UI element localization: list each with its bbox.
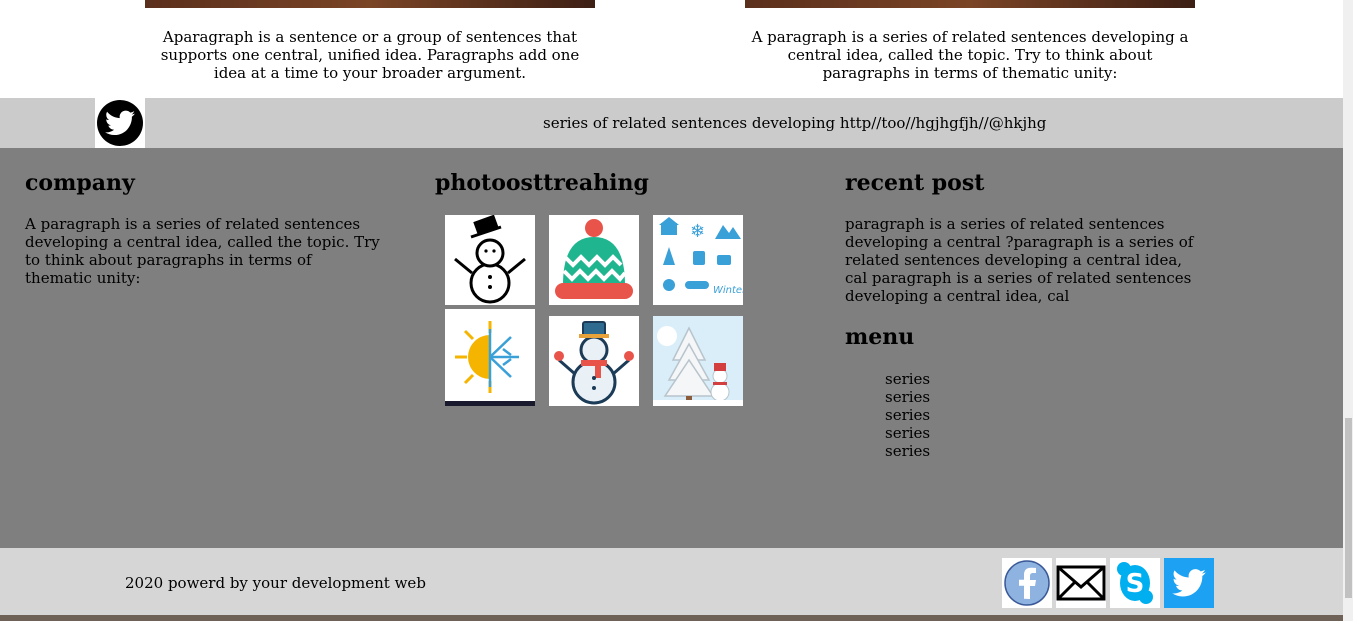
article-text-right: A paragraph is a series of related sente… (751, 28, 1189, 82)
menu-item[interactable]: series (885, 406, 930, 424)
article-image-left (145, 0, 595, 8)
footer-main: company A paragraph is a series of relat… (0, 148, 1343, 548)
company-title: company (25, 170, 135, 196)
facebook-icon[interactable] (1002, 558, 1052, 608)
svg-text:S: S (1126, 569, 1145, 599)
bottom-footer: 2020 powerd by your development web S (0, 548, 1343, 621)
mail-icon[interactable] (1056, 558, 1106, 608)
menu-title: menu (845, 324, 915, 350)
recent-post-text: paragraph is a series of related sentenc… (845, 215, 1194, 305)
recent-post-title: recent post (845, 170, 985, 196)
copyright-text: 2020 powerd by your development web (125, 574, 426, 592)
gallery-title: photoosttreahing (435, 170, 649, 196)
svg-text:Winter: Winter (713, 285, 743, 296)
menu-list: series series series series series (885, 370, 930, 460)
winter-hat-icon[interactable] (549, 215, 639, 305)
twitter-icon[interactable] (1164, 558, 1214, 608)
snowman-icon[interactable] (445, 215, 535, 305)
menu-item[interactable]: series (885, 442, 930, 460)
menu-item[interactable]: series (885, 388, 930, 406)
snowman-scarf-icon[interactable] (549, 316, 639, 406)
menu-item[interactable]: series (885, 424, 930, 442)
twitter-bar: series of related sentences developing h… (0, 98, 1343, 148)
menu-item[interactable]: series (885, 370, 930, 388)
top-section: Aparagraph is a sentence or a group of s… (0, 0, 1343, 98)
winter-icons-set[interactable]: ❄ Winter (653, 215, 743, 305)
skype-icon[interactable]: S (1110, 558, 1160, 608)
svg-text:❄: ❄ (690, 221, 705, 242)
sun-snowflake-icon[interactable] (445, 309, 535, 406)
article-image-right (745, 0, 1195, 8)
company-text: A paragraph is a series of related sente… (25, 215, 380, 287)
scrollbar-thumb[interactable] (1345, 418, 1352, 598)
snowy-tree-snowman-icon[interactable] (653, 316, 743, 406)
tweet-text: series of related sentences developing h… (543, 114, 1047, 132)
page-bottom-edge (0, 615, 1343, 621)
article-text-left: Aparagraph is a sentence or a group of s… (160, 28, 580, 82)
twitter-icon[interactable] (95, 98, 145, 148)
